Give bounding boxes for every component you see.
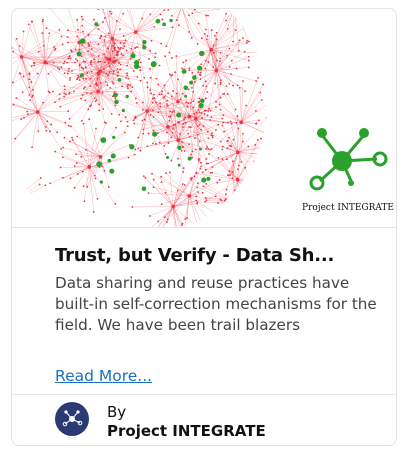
post-excerpt: Data sharing and reuse practices have bu… <box>55 274 377 334</box>
post-card[interactable]: Project INTEGRATE Trust, but Verify - Da… <box>11 8 397 446</box>
read-more-link[interactable]: Read More... <box>55 367 152 385</box>
author-by-label: By <box>107 403 127 421</box>
post-title[interactable]: Trust, but Verify - Data Sh... <box>55 245 373 266</box>
divider <box>12 394 396 395</box>
post-banner-image[interactable]: Project INTEGRATE <box>12 9 396 227</box>
divider <box>12 227 396 228</box>
network-logo-icon <box>62 410 83 427</box>
network-graph-illustration <box>12 9 388 227</box>
author-name[interactable]: Project INTEGRATE <box>107 422 266 440</box>
banner-brand-label: Project INTEGRATE <box>302 203 394 213</box>
author-avatar[interactable] <box>55 402 89 436</box>
project-integrate-logo <box>309 128 388 191</box>
